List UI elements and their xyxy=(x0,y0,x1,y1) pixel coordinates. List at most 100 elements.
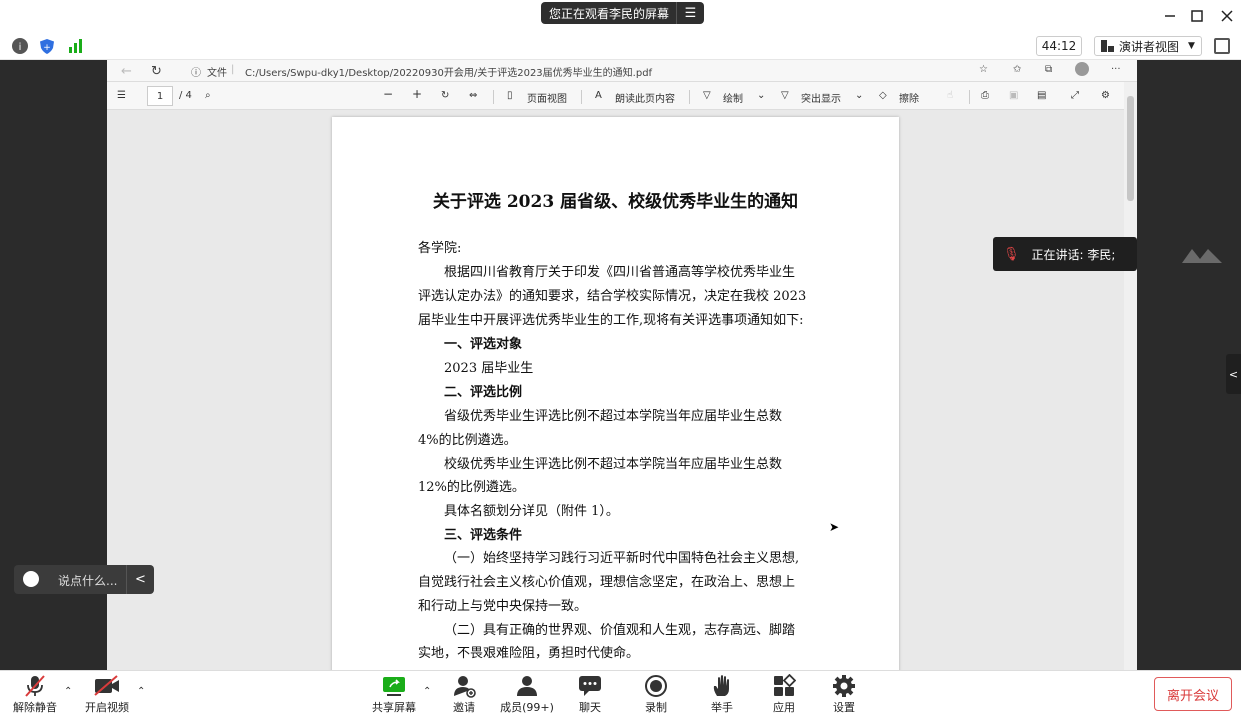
start-video-button[interactable]: 开启视频 xyxy=(77,673,137,717)
doc-line: 实地，不畏艰难险阻，勇担时代使命。 xyxy=(418,646,640,661)
speaker-view-button[interactable]: 演讲者视图 ▼ xyxy=(1094,36,1202,56)
sharing-banner-text: 您正在观看李民的屏幕 xyxy=(549,6,670,21)
unmute-button[interactable]: 解除静音 xyxy=(5,673,65,717)
settings-gear-icon[interactable]: ⚙ xyxy=(1101,90,1110,101)
toolbar-divider xyxy=(969,90,970,104)
quick-chat-box[interactable]: 说点什么... < xyxy=(14,565,154,594)
record-icon xyxy=(644,673,668,699)
expand-icon[interactable]: ⤢ xyxy=(1071,90,1079,101)
raise-hand-label: 举手 xyxy=(711,701,733,714)
chevron-left-icon: < xyxy=(1228,367,1239,381)
raise-hand-icon xyxy=(711,673,733,699)
save-icon[interactable]: ▣ xyxy=(1009,90,1018,101)
side-panel-toggle[interactable]: < xyxy=(1226,354,1241,394)
settings-button[interactable]: 设置 xyxy=(814,673,874,717)
chat-collapse-icon[interactable]: < xyxy=(126,565,154,594)
info-circle-icon: ⓘ xyxy=(191,68,201,79)
doc-line: 2023 届毕业生 xyxy=(444,361,534,376)
file-label: 文件 xyxy=(207,68,227,79)
doc-line: （二）具有正确的世界观、价值观和人生观，志存高远、脚踏 xyxy=(444,623,796,638)
doc-line: 各学院: xyxy=(418,241,462,256)
doc-line: 4%的比例遴选。 xyxy=(418,433,517,448)
toolbar-divider xyxy=(689,90,690,104)
doc-line: 校级优秀毕业生评选比例不超过本学院当年应届毕业生总数 xyxy=(444,457,783,472)
zoom-in-icon[interactable]: + xyxy=(412,87,422,101)
page-view-icon: ▯ xyxy=(507,90,513,101)
highlight-icon: ▽ xyxy=(781,90,789,101)
shield-icon[interactable]: + xyxy=(39,38,55,59)
chat-bubble-icon xyxy=(578,673,602,699)
highlight-dropdown-icon[interactable]: ⌄ xyxy=(855,90,863,101)
share-screen-icon xyxy=(381,673,407,699)
apps-label: 应用 xyxy=(773,701,795,714)
video-options-caret-icon[interactable]: ⌃ xyxy=(137,686,145,697)
collections-icon[interactable]: ⧉ xyxy=(1045,64,1052,75)
doc-line: 评选认定办法》的通知要求，结合学校实际情况，决定在我校 2023 xyxy=(418,289,807,304)
refresh-icon[interactable]: ↻ xyxy=(151,64,162,79)
contents-icon[interactable]: ☰ xyxy=(117,90,126,101)
share-options-caret-icon[interactable]: ⌃ xyxy=(423,686,431,697)
close-icon[interactable] xyxy=(1217,6,1237,26)
speaking-indicator: 🎙 正在讲话: 李民; xyxy=(993,237,1137,271)
pdf-scroll-thumb[interactable] xyxy=(1127,96,1134,201)
share-screen-button[interactable]: 共享屏幕 xyxy=(364,673,424,717)
url-text[interactable]: C:/Users/Swpu-dky1/Desktop/20220930开会用/关… xyxy=(245,64,652,79)
layout-icon xyxy=(1101,40,1114,52)
members-icon xyxy=(515,673,539,699)
search-icon[interactable]: ⌕ xyxy=(205,90,211,101)
doc-line: 省级优秀毕业生评选比例不超过本学院当年应届毕业生总数 xyxy=(444,409,783,424)
touch-icon[interactable]: ☝ xyxy=(947,90,953,101)
draw-dropdown-icon[interactable]: ⌄ xyxy=(757,90,765,101)
gear-icon xyxy=(832,673,856,699)
read-aloud-icon: A xyxy=(595,90,602,101)
audio-options-caret-icon[interactable]: ⌃ xyxy=(64,686,72,697)
doc-line: 和行动上与党中央保持一致。 xyxy=(418,599,588,614)
info-icon[interactable]: i xyxy=(12,38,28,54)
fullscreen-icon[interactable] xyxy=(1214,38,1230,54)
draw-button[interactable]: 绘制 xyxy=(723,90,743,105)
emoji-icon[interactable] xyxy=(23,571,39,587)
sharing-banner[interactable]: 您正在观看李民的屏幕 ☰ xyxy=(541,2,704,24)
fit-width-icon[interactable]: ⇔ xyxy=(469,90,477,101)
chat-placeholder[interactable]: 说点什么... xyxy=(58,572,117,589)
address-bar[interactable]: ← ↻ ⓘ 文件 | C:/Users/Swpu-dky1/Desktop/20… xyxy=(107,60,1137,82)
profile-avatar[interactable] xyxy=(1075,62,1089,76)
meeting-timer: 44:12 xyxy=(1036,36,1082,56)
minimize-icon[interactable] xyxy=(1160,6,1180,26)
apps-button[interactable]: 应用 xyxy=(754,673,814,717)
draw-icon: ▽ xyxy=(703,90,711,101)
toolbar-divider xyxy=(493,90,494,104)
doc-line: 12%的比例遴选。 xyxy=(418,480,525,495)
erase-button[interactable]: 擦除 xyxy=(899,90,919,105)
maximize-icon[interactable] xyxy=(1187,6,1207,26)
print-icon[interactable]: ⎙ xyxy=(981,90,989,101)
dropdown-caret-icon: ▼ xyxy=(1188,41,1195,51)
raise-hand-button[interactable]: 举手 xyxy=(692,673,752,717)
zoom-out-icon[interactable]: − xyxy=(383,87,393,101)
record-button[interactable]: 录制 xyxy=(626,673,686,717)
favorites-icon[interactable]: ✩ xyxy=(1013,64,1021,75)
url-separator: | xyxy=(231,64,235,75)
invite-button[interactable]: 邀请 xyxy=(434,673,494,717)
banner-menu-icon[interactable]: ☰ xyxy=(676,2,704,24)
page-view-button[interactable]: 页面视图 xyxy=(527,90,567,105)
favorite-add-icon[interactable]: ☆ xyxy=(979,64,988,75)
mouse-cursor-icon: ➤ xyxy=(829,520,840,534)
record-label: 录制 xyxy=(645,701,667,714)
chat-button[interactable]: 聊天 xyxy=(560,673,620,717)
invite-label: 邀请 xyxy=(453,701,475,714)
read-aloud-button[interactable]: 朗读此页内容 xyxy=(615,90,675,105)
page-number-input[interactable]: 1 xyxy=(147,86,173,106)
add-user-icon xyxy=(452,673,476,699)
rotate-icon[interactable]: ↻ xyxy=(441,90,449,101)
signal-icon[interactable] xyxy=(67,38,83,58)
back-icon[interactable]: ← xyxy=(121,64,132,79)
more-icon[interactable]: ··· xyxy=(1111,64,1121,75)
doc-heading: 一、评选对象 xyxy=(444,337,523,352)
members-button[interactable]: 成员(99+) xyxy=(497,673,557,717)
highlight-button[interactable]: 突出显示 xyxy=(801,90,841,105)
muted-mic-icon: 🎙 xyxy=(1003,246,1020,262)
leave-meeting-button[interactable]: 离开会议 xyxy=(1154,677,1232,711)
save-as-icon[interactable]: ▤ xyxy=(1037,90,1046,101)
video-off-icon xyxy=(93,673,121,699)
